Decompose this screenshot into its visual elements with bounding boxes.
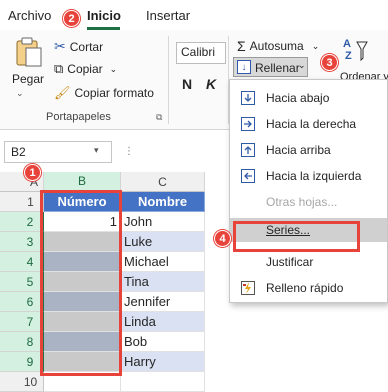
format-painter-label: Copiar formato xyxy=(74,86,154,100)
cell-c7[interactable]: Linda xyxy=(121,312,205,332)
group-divider xyxy=(168,36,169,124)
chevron-down-icon[interactable]: ▾ xyxy=(94,145,99,156)
row-header-4[interactable]: 4 xyxy=(0,252,44,272)
cell-c5[interactable]: Tina xyxy=(121,272,205,292)
italic-button[interactable]: K xyxy=(206,76,216,92)
tab-insertar[interactable]: Insertar xyxy=(146,8,190,23)
cell-c3[interactable]: Luke xyxy=(121,232,205,252)
menu-item-label: Otras hojas... xyxy=(266,195,338,209)
paste-dropdown-icon[interactable]: ⌄ xyxy=(16,88,24,99)
sort-az-icon: A xyxy=(343,38,351,50)
tab-inicio[interactable]: Inicio xyxy=(87,8,121,23)
fill-right-icon xyxy=(240,116,256,132)
series-highlight xyxy=(233,221,360,252)
menu-item-fill-up[interactable]: Hacia arriba xyxy=(230,138,387,162)
fill-left-icon xyxy=(240,168,256,184)
menu-item-fill-right[interactable]: Hacia la derecha xyxy=(230,112,387,136)
fill-button[interactable]: ↓ Rellenar ⌄ xyxy=(233,57,308,77)
fill-down-icon xyxy=(240,90,256,106)
brush-icon: 🖌 xyxy=(54,85,71,100)
row-header-5[interactable]: 5 xyxy=(0,272,44,292)
font-name-box[interactable]: Calibri xyxy=(176,42,226,64)
row-header-3[interactable]: 3 xyxy=(0,232,44,252)
copy-icon: ⧉ xyxy=(54,61,64,76)
fill-label: Rellenar xyxy=(255,61,300,75)
format-painter-button[interactable]: 🖌 Copiar formato xyxy=(54,85,154,101)
menu-item-label: Relleno rápido xyxy=(266,281,344,295)
flash-fill-icon xyxy=(240,280,256,296)
cell-c6[interactable]: Jennifer xyxy=(121,292,205,312)
bold-button[interactable]: N xyxy=(182,76,192,92)
cell-c9[interactable]: Harry xyxy=(121,352,205,372)
menu-item-label: Hacia abajo xyxy=(266,91,330,105)
row-header-9[interactable]: 9 xyxy=(0,352,44,372)
menu-item-label: Hacia la izquierda xyxy=(266,169,362,183)
dialog-launcher-icon[interactable]: ⧉ xyxy=(156,112,162,123)
cell-c8[interactable]: Bob xyxy=(121,332,205,352)
row-header-8[interactable]: 8 xyxy=(0,332,44,352)
sigma-icon: Σ xyxy=(237,38,246,54)
clipboard-icon xyxy=(16,37,42,67)
cell-c10[interactable] xyxy=(121,372,205,392)
autosum-button[interactable]: Σ Autosuma ⌄ xyxy=(237,38,319,54)
table-header-nombre[interactable]: Nombre xyxy=(121,192,205,212)
chevron-down-icon: ⌄ xyxy=(109,63,118,74)
menu-item-fill-left[interactable]: Hacia la izquierda xyxy=(230,164,387,188)
fill-down-icon: ↓ xyxy=(237,60,251,74)
cell-c4[interactable]: Michael xyxy=(121,252,205,272)
menu-item-justify[interactable]: Justificar xyxy=(230,250,387,274)
more-options-icon: ⋮ xyxy=(124,146,135,157)
paste-button[interactable] xyxy=(14,36,44,68)
fill-menu: Hacia abajo Hacia la derecha Hacia arrib… xyxy=(229,79,388,303)
sort-filter-button[interactable]: A Z xyxy=(343,38,373,66)
row-header-10[interactable]: 10 xyxy=(0,372,44,392)
tab-archivo[interactable]: Archivo xyxy=(8,8,51,23)
copy-label: Copiar xyxy=(67,62,103,76)
row-header-7[interactable]: 7 xyxy=(0,312,44,332)
menu-item-flash-fill[interactable]: Relleno rápido xyxy=(230,276,387,300)
row-header-6[interactable]: 6 xyxy=(0,292,44,312)
row-header-1[interactable]: 1 xyxy=(0,192,44,212)
sort-z-glyph: Z xyxy=(345,50,352,62)
selection-highlight xyxy=(40,190,122,376)
menu-item-fill-down[interactable]: Hacia abajo xyxy=(230,86,387,110)
menu-item-label: Hacia la derecha xyxy=(266,117,357,131)
menu-item-label: Justificar xyxy=(266,255,314,269)
menu-item-label: Hacia arriba xyxy=(266,143,331,157)
step-badge-1: 1 xyxy=(24,164,41,181)
scissors-icon: ✂ xyxy=(54,38,66,54)
cell-c2[interactable]: John xyxy=(121,212,205,232)
funnel-icon xyxy=(356,41,368,62)
step-badge-4: 4 xyxy=(214,230,231,247)
chevron-down-icon: ⌄ xyxy=(298,60,306,70)
row-header-2[interactable]: 2 xyxy=(0,212,44,232)
column-header-b[interactable]: B xyxy=(44,172,121,192)
chevron-down-icon: ⌄ xyxy=(311,40,320,51)
paste-label[interactable]: Pegar xyxy=(12,72,44,86)
autosum-label: Autosuma xyxy=(249,39,304,53)
cut-button[interactable]: ✂ Cortar xyxy=(54,38,103,55)
menu-item-other-sheets[interactable]: Otras hojas... xyxy=(230,190,387,214)
cut-label: Cortar xyxy=(69,39,104,54)
copy-button[interactable]: ⧉ Copiar ⌄ xyxy=(54,61,117,77)
step-badge-2: 2 xyxy=(63,10,80,27)
column-header-c[interactable]: C xyxy=(121,172,205,192)
fill-up-icon xyxy=(240,142,256,158)
clipboard-group-label: Portapapeles xyxy=(46,111,111,123)
step-badge-3: 3 xyxy=(321,54,338,71)
